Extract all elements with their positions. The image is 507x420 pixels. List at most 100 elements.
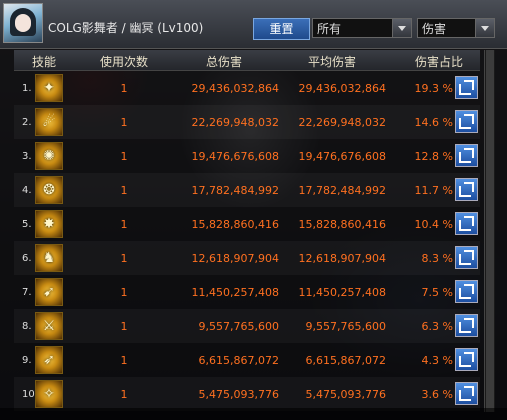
spark-skill-icon[interactable]: ✧ — [35, 380, 63, 408]
rank-label: 9. — [22, 355, 32, 366]
avg-damage: 15,828,860,416 — [298, 218, 386, 231]
avg-damage: 19,476,676,608 — [298, 150, 386, 163]
whirl-skill-icon[interactable]: ❂ — [35, 176, 63, 204]
column-total[interactable]: 总伤害 — [194, 53, 254, 70]
reset-button[interactable]: 重置 — [253, 18, 310, 40]
rank-label: 1. — [22, 83, 32, 94]
total-damage: 12,618,907,904 — [191, 252, 279, 265]
chevron-down-icon[interactable] — [392, 19, 411, 37]
avg-damage: 12,618,907,904 — [298, 252, 386, 265]
total-damage: 29,436,032,864 — [191, 82, 279, 95]
figure-skill-icon[interactable]: ♞ — [35, 244, 63, 272]
avg-damage: 11,450,257,408 — [298, 286, 386, 299]
arrow-skill-icon[interactable]: ➶ — [35, 346, 63, 374]
total-damage: 19,476,676,608 — [191, 150, 279, 163]
burst-skill-icon[interactable]: ✺ — [35, 142, 63, 170]
avg-damage: 6,615,867,072 — [305, 354, 386, 367]
column-skill[interactable]: 技能 — [24, 53, 64, 70]
avg-damage: 29,436,032,864 — [298, 82, 386, 95]
blade-skill-icon[interactable]: ⚔ — [35, 312, 63, 340]
share-icon[interactable] — [455, 212, 478, 235]
table-row[interactable]: 5. ✸ 1 15,828,860,416 15,828,860,416 10.4 % — [14, 207, 480, 241]
skill-glyph: ➹ — [43, 284, 55, 300]
avg-damage: 9,557,765,600 — [305, 320, 386, 333]
column-header-row: 技能 使用次数 总伤害 平均伤害 伤害占比 — [14, 50, 480, 71]
avatar — [3, 3, 43, 43]
character-name: COLG影舞者 / 幽冥 (Lv100) — [48, 21, 204, 35]
column-uses[interactable]: 使用次数 — [94, 53, 154, 70]
damage-share: 4.3 % — [421, 354, 453, 367]
table-row[interactable]: 4. ❂ 1 17,782,484,992 17,782,484,992 11.7 % — [14, 173, 480, 207]
column-avg[interactable]: 平均伤害 — [297, 53, 367, 70]
skill-glyph: ♞ — [42, 250, 56, 266]
use-count: 1 — [120, 286, 128, 299]
total-damage: 15,828,860,416 — [191, 218, 279, 231]
skill-glyph: ✧ — [43, 386, 55, 402]
flame-skill-icon[interactable]: ☄ — [35, 108, 63, 136]
damage-share: 7.5 % — [421, 286, 453, 299]
share-icon[interactable] — [455, 382, 478, 405]
skill-glyph: ✦ — [43, 80, 55, 96]
total-damage: 5,475,093,776 — [198, 388, 279, 401]
rank-label: 7. — [22, 287, 32, 298]
table-row[interactable]: 3. ✺ 1 19,476,676,608 19,476,676,608 12.8 % — [14, 139, 480, 173]
panel-header: COLG影舞者 / 幽冥 (Lv100) 重置 所有 伤害 — [0, 0, 507, 49]
skill-glyph: ➶ — [43, 352, 55, 368]
rank-label: 6. — [22, 253, 32, 264]
total-damage: 6,615,867,072 — [198, 354, 279, 367]
star-skill-icon[interactable]: ✸ — [35, 210, 63, 238]
damage-share: 19.3 % — [414, 82, 453, 95]
total-damage: 17,782,484,992 — [191, 184, 279, 197]
rank-label: 2. — [22, 117, 32, 128]
damage-share: 10.4 % — [414, 218, 453, 231]
share-icon[interactable] — [455, 314, 478, 337]
use-count: 1 — [120, 184, 128, 197]
damage-share: 6.3 % — [421, 320, 453, 333]
damage-share: 12.8 % — [414, 150, 453, 163]
rank-label: 3. — [22, 151, 32, 162]
share-icon[interactable] — [455, 144, 478, 167]
slash-skill-icon[interactable]: ✦ — [35, 74, 63, 102]
table-row[interactable]: 7. ➹ 1 11,450,257,408 11,450,257,408 7.5 % — [14, 275, 480, 309]
chevron-down-icon[interactable] — [475, 19, 494, 37]
skill-glyph: ✸ — [43, 216, 55, 232]
total-damage: 9,557,765,600 — [198, 320, 279, 333]
total-damage: 22,269,948,032 — [191, 116, 279, 129]
dash-skill-icon[interactable]: ➹ — [35, 278, 63, 306]
damage-share: 11.7 % — [414, 184, 453, 197]
table-row[interactable]: 1. ✦ 1 29,436,032,864 29,436,032,864 19.3 % — [14, 71, 480, 105]
filter-select[interactable]: 所有 — [312, 18, 412, 38]
scrollbar[interactable] — [484, 50, 495, 412]
table-row[interactable]: 10. ✧ 1 5,475,093,776 5,475,093,776 3.6 % — [14, 377, 480, 411]
avg-damage: 17,782,484,992 — [298, 184, 386, 197]
total-damage: 11,450,257,408 — [191, 286, 279, 299]
rank-label: 5. — [22, 219, 32, 230]
share-icon[interactable] — [455, 348, 478, 371]
skill-glyph: ✺ — [43, 148, 55, 164]
filter-select-value: 所有 — [317, 22, 342, 36]
damage-share: 8.3 % — [421, 252, 453, 265]
damage-share: 14.6 % — [414, 116, 453, 129]
table-row[interactable]: 6. ♞ 1 12,618,907,904 12,618,907,904 8.3 % — [14, 241, 480, 275]
rank-label: 4. — [22, 185, 32, 196]
type-select[interactable]: 伤害 — [417, 18, 495, 38]
use-count: 1 — [120, 388, 128, 401]
table-row[interactable]: 2. ☄ 1 22,269,948,032 22,269,948,032 14.6 % — [14, 105, 480, 139]
share-icon[interactable] — [455, 178, 478, 201]
share-icon[interactable] — [455, 246, 478, 269]
rank-label: 8. — [22, 321, 32, 332]
use-count: 1 — [120, 320, 128, 333]
table-row[interactable]: 9. ➶ 1 6,615,867,072 6,615,867,072 4.3 % — [14, 343, 480, 377]
bottom-strip — [0, 408, 507, 420]
table-row[interactable]: 8. ⚔ 1 9,557,765,600 9,557,765,600 6.3 % — [14, 309, 480, 343]
scrollbar-thumb[interactable] — [486, 50, 494, 412]
skill-glyph: ☄ — [42, 114, 56, 130]
share-icon[interactable] — [455, 76, 478, 99]
type-select-value: 伤害 — [422, 22, 447, 36]
damage-share: 3.6 % — [421, 388, 453, 401]
skill-glyph: ❂ — [43, 182, 55, 198]
column-pct[interactable]: 伤害占比 — [409, 53, 469, 70]
use-count: 1 — [120, 150, 128, 163]
share-icon[interactable] — [455, 280, 478, 303]
share-icon[interactable] — [455, 110, 478, 133]
